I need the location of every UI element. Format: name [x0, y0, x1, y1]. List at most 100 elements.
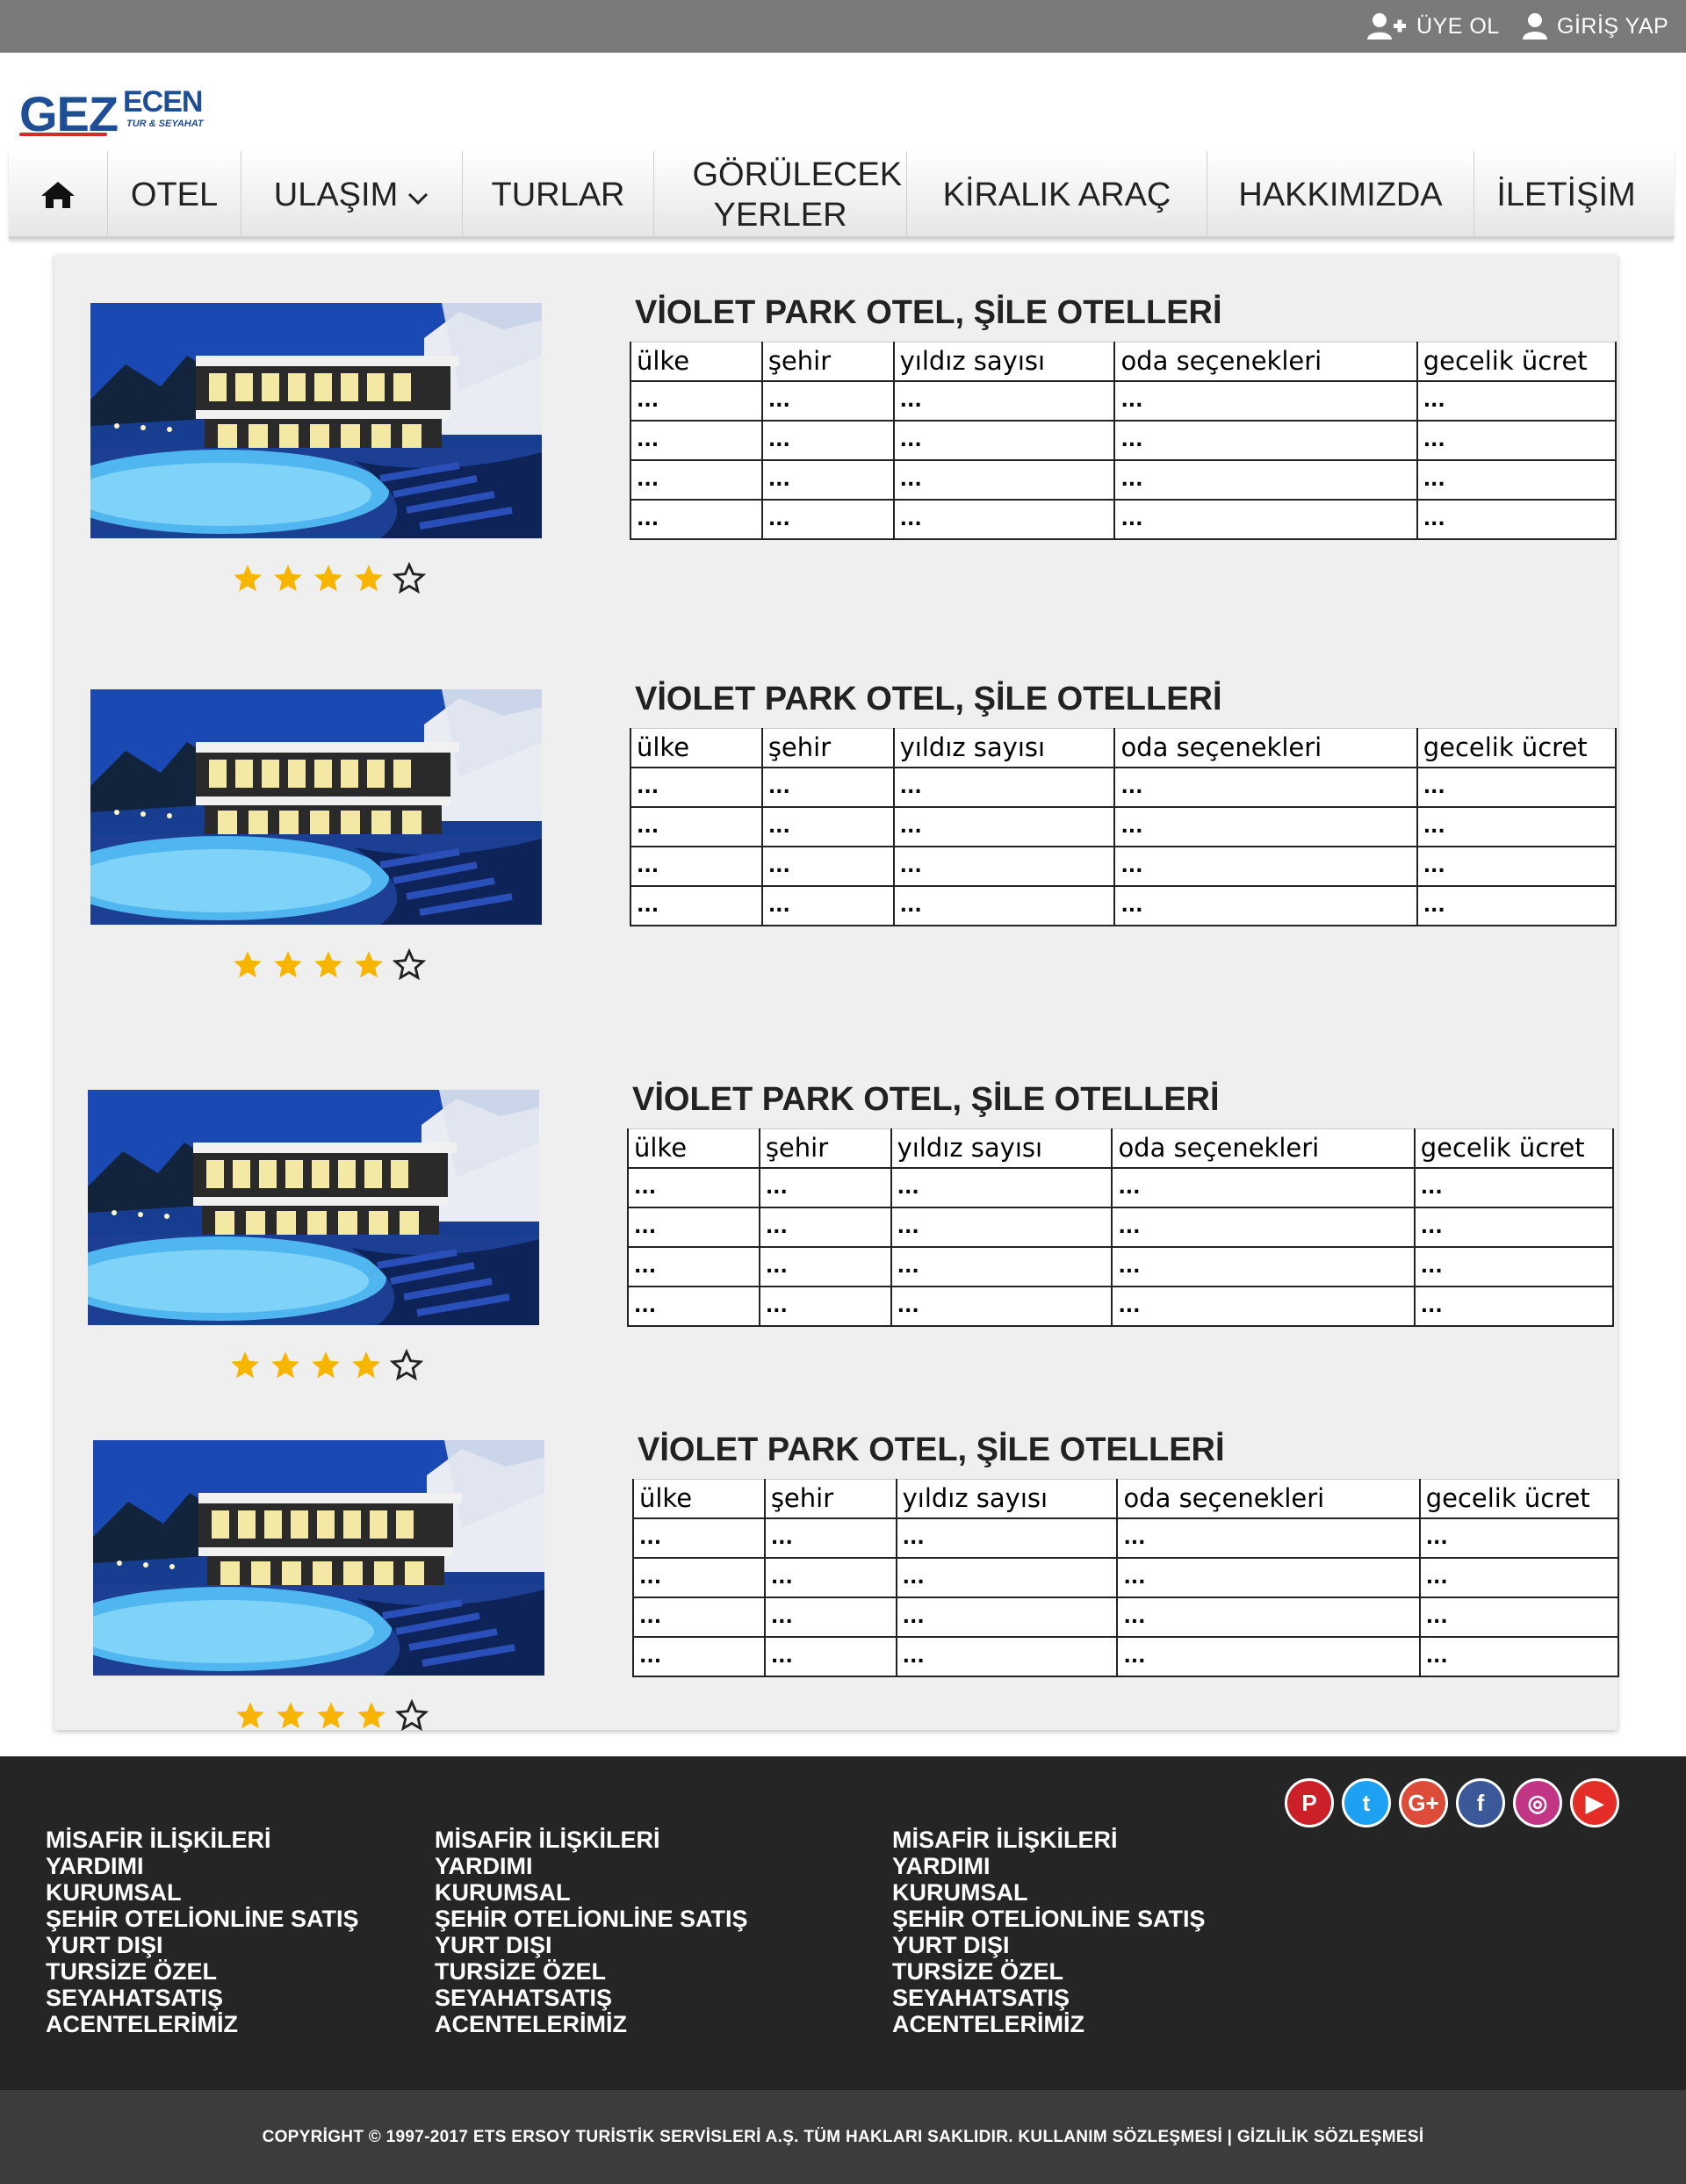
table-cell: ...	[1113, 458, 1418, 501]
footer-link[interactable]: KURUMSAL	[435, 1879, 748, 1906]
table-cell: ...	[760, 845, 895, 887]
star-filled-icon	[234, 951, 262, 978]
footer-link[interactable]: YURT DIŞI	[46, 1932, 359, 1958]
hotel-title[interactable]: VİOLET PARK OTEL, ŞİLE OTELLERİ	[632, 1081, 1220, 1119]
footer-link[interactable]: MİSAFİR İLİŞKİLERİ	[892, 1827, 1206, 1853]
footer-link[interactable]: ŞEHİR OTELİONLİNE SATIŞ	[435, 1906, 748, 1932]
nav-turlar-label: TURLAR	[491, 177, 625, 213]
hotel-photo[interactable]	[93, 1440, 544, 1676]
table-cell: ...	[758, 1166, 892, 1208]
footer-link[interactable]: TURSİZE ÖZEL	[892, 1958, 1206, 1985]
table-cell: ...	[627, 1245, 760, 1287]
logo-text-secondary: ECEN	[123, 85, 203, 119]
table-cell: ...	[1116, 1635, 1421, 1677]
table-header-cell: ülke	[632, 1479, 766, 1519]
footer-link[interactable]: MİSAFİR İLİŞKİLERİ	[435, 1827, 748, 1853]
hotel-info-table: ülke şehir yıldız sayısı oda seçenekleri gec…	[630, 342, 1618, 540]
site-logo[interactable]: GEZ ECEN TUR & SEYAHAT	[19, 83, 221, 145]
hotel-title[interactable]: VİOLET PARK OTEL, ŞİLE OTELLERİ	[635, 294, 1222, 332]
star-empty-icon	[393, 948, 426, 981]
footer-link[interactable]: ACENTELERİMİZ	[46, 2011, 359, 2037]
table-header-cell: ülke	[630, 728, 763, 768]
table-row: ...............	[627, 1206, 1615, 1248]
footer-link[interactable]: ACENTELERİMİZ	[892, 2011, 1206, 2037]
nav-otel[interactable]: OTEL	[107, 151, 241, 239]
nav-kiralik-arac[interactable]: KİRALIK ARAÇ	[906, 151, 1207, 239]
table-cell: ...	[630, 379, 763, 422]
footer-link[interactable]: MİSAFİR İLİŞKİLERİ	[46, 1827, 359, 1853]
table-header-cell: oda seçenekleri	[1116, 1479, 1421, 1519]
footer-link[interactable]: KURUMSAL	[46, 1879, 359, 1906]
star-filled-icon	[355, 565, 383, 592]
table-cell: ...	[895, 1517, 1119, 1559]
nav-hakkimizda[interactable]: HAKKIMIZDA	[1207, 151, 1473, 239]
table-cell: ...	[1416, 379, 1618, 422]
logo-tagline: TUR & SEYAHAT	[126, 119, 204, 129]
hotel-photo[interactable]	[90, 303, 542, 538]
footer-link[interactable]: SEYAHATSATIŞ	[435, 1985, 748, 2011]
pinterest-icon[interactable]: P	[1285, 1778, 1334, 1827]
table-cell: ...	[892, 379, 1116, 422]
nav-kiralik-arac-label: KİRALIK ARAÇ	[942, 177, 1171, 213]
footer-link[interactable]: SEYAHATSATIŞ	[892, 1985, 1206, 2011]
footer-column: MİSAFİR İLİŞKİLERİ YARDIMI KURUMSAL ŞEHİR O…	[892, 1827, 1206, 2037]
youtube-icon[interactable]: ▶	[1570, 1778, 1619, 1827]
footer-link[interactable]: ŞEHİR OTELİONLİNE SATIŞ	[46, 1906, 359, 1932]
table-cell: ...	[1416, 884, 1618, 926]
footer-link[interactable]: ACENTELERİMİZ	[435, 2011, 748, 2037]
footer-link[interactable]: YURT DIŞI	[892, 1932, 1206, 1958]
table-cell: ...	[1418, 1517, 1620, 1559]
footer-link[interactable]: YURT DIŞI	[435, 1932, 748, 1958]
footer-link[interactable]: KURUMSAL	[892, 1879, 1206, 1906]
table-cell: ...	[1111, 1245, 1416, 1287]
table-cell: ...	[760, 766, 895, 808]
table-row: ...............	[630, 419, 1618, 461]
user-icon	[1523, 13, 1547, 40]
nav-gorulecek-yerler-label: GÖRÜLECEK YERLER	[692, 156, 903, 234]
hotel-title[interactable]: VİOLET PARK OTEL, ŞİLE OTELLERİ	[638, 1431, 1225, 1469]
table-header-cell: yıldız sayısı	[895, 1479, 1119, 1519]
nav-ulasim[interactable]: ULAŞIM	[241, 151, 462, 239]
table-cell: ...	[1413, 1206, 1615, 1248]
table-cell: ...	[1416, 458, 1618, 501]
table-cell: ...	[892, 805, 1116, 847]
user-plus-icon	[1367, 13, 1406, 40]
nav-turlar[interactable]: TURLAR	[462, 151, 653, 239]
twitter-icon[interactable]: t	[1342, 1778, 1391, 1827]
hotel-photo[interactable]	[90, 689, 542, 925]
footer-link[interactable]: YARDIMI	[435, 1853, 748, 1879]
hotel-info-table: ülke şehir yıldız sayısı oda seçenekleri gec…	[630, 728, 1618, 926]
table-cell: ...	[760, 458, 895, 501]
login-link[interactable]: GİRİŞ YAP	[1522, 0, 1668, 53]
table-cell: ...	[632, 1556, 766, 1598]
table-cell: ...	[890, 1245, 1113, 1287]
table-cell: ...	[1416, 419, 1618, 461]
table-cell: ...	[1413, 1245, 1615, 1287]
footer-link[interactable]: SEYAHATSATIŞ	[46, 1985, 359, 2011]
hotel-title[interactable]: VİOLET PARK OTEL, ŞİLE OTELLERİ	[635, 681, 1222, 718]
table-cell: ...	[1416, 498, 1618, 540]
footer-link[interactable]: YARDIMI	[46, 1853, 359, 1879]
star-rating	[231, 948, 426, 982]
star-empty-icon	[390, 1349, 423, 1381]
table-cell: ...	[1113, 766, 1418, 808]
table-row: ...............	[630, 805, 1618, 847]
footer-link[interactable]: ŞEHİR OTELİONLİNE SATIŞ	[892, 1906, 1206, 1932]
footer-link[interactable]: YARDIMI	[892, 1853, 1206, 1879]
signup-link[interactable]: ÜYE OL	[1365, 0, 1500, 53]
instagram-icon[interactable]: ◎	[1513, 1778, 1562, 1827]
facebook-icon[interactable]: f	[1456, 1778, 1505, 1827]
footer-link[interactable]: TURSİZE ÖZEL	[46, 1958, 359, 1985]
nav-home[interactable]	[9, 151, 107, 239]
social-links: Pt G+ f ◎ ▶	[1285, 1778, 1619, 1827]
table-cell: ...	[627, 1206, 760, 1248]
table-cell: ...	[890, 1285, 1113, 1327]
nav-otel-label: OTEL	[130, 177, 219, 213]
footer-link[interactable]: TURSİZE ÖZEL	[435, 1958, 748, 1985]
hotel-photo[interactable]	[88, 1090, 539, 1325]
table-cell: ...	[1116, 1556, 1421, 1598]
nav-gorulecek-yerler[interactable]: GÖRÜLECEK YERLER	[653, 151, 906, 239]
nav-iletisim[interactable]: İLETİŞİM	[1473, 151, 1658, 239]
google-plus-icon[interactable]: G+	[1399, 1778, 1448, 1827]
table-cell: ...	[763, 1596, 897, 1638]
